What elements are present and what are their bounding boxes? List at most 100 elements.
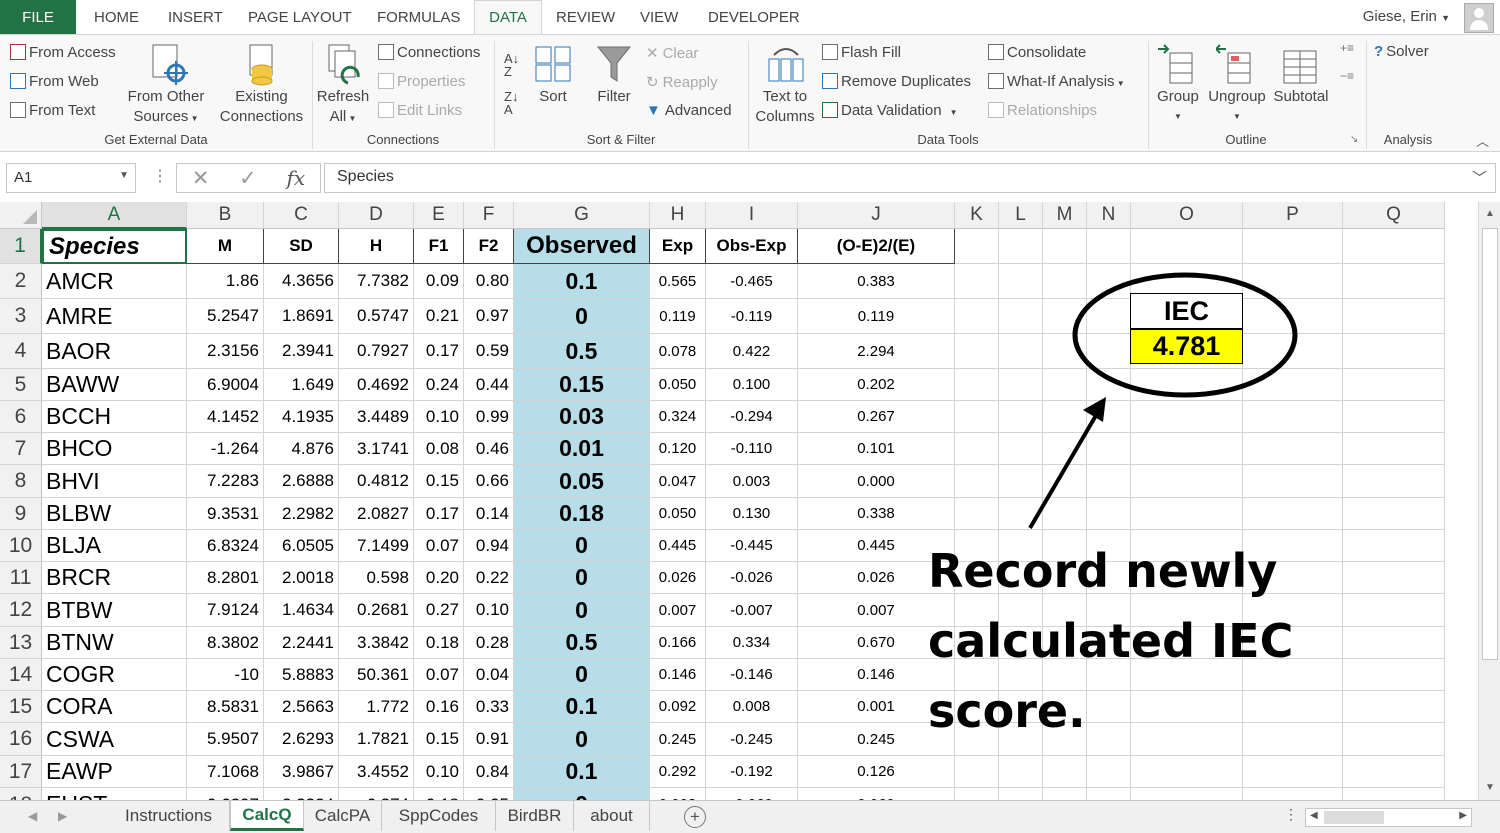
data-cell[interactable]: 0.4812	[339, 465, 414, 498]
observed-cell[interactable]: 0	[514, 299, 650, 334]
data-cell[interactable]: 3.3842	[339, 627, 414, 659]
next-sheet-icon[interactable]: ▶	[58, 809, 67, 823]
data-cell[interactable]: 6.0505	[264, 530, 339, 562]
data-cell[interactable]: -1.264	[187, 433, 264, 465]
data-cell[interactable]: 6.9004	[187, 369, 264, 401]
observed-cell[interactable]: 0	[514, 562, 650, 594]
observed-cell[interactable]: 0.03	[514, 401, 650, 433]
observed-cell[interactable]: 0	[514, 530, 650, 562]
tab-developer[interactable]: DEVELOPER	[700, 0, 808, 34]
data-cell[interactable]: 8.2801	[187, 562, 264, 594]
data-cell[interactable]: 0.5747	[339, 299, 414, 334]
data-cell[interactable]: 0.07	[414, 530, 464, 562]
cell[interactable]	[1243, 433, 1343, 465]
species-cell[interactable]: BCCH	[42, 401, 187, 433]
tab-review[interactable]: REVIEW	[548, 0, 623, 34]
data-cell[interactable]: -0.192	[706, 756, 798, 788]
observed-cell[interactable]: 0	[514, 788, 650, 800]
row-header[interactable]: 14	[0, 659, 42, 691]
data-cell[interactable]: 2.2982	[264, 498, 339, 530]
cell[interactable]	[1243, 465, 1343, 498]
cell[interactable]	[1131, 401, 1243, 433]
consolidate-button[interactable]: Consolidate	[988, 44, 1086, 61]
cell[interactable]	[1087, 334, 1131, 369]
data-cell[interactable]: 0.22	[464, 562, 514, 594]
data-cell[interactable]: 1.86	[187, 264, 264, 299]
data-cell[interactable]: 0.14	[464, 498, 514, 530]
subtotal-button[interactable]: Subtotal	[1268, 87, 1334, 107]
column-header[interactable]: Q	[1343, 202, 1445, 229]
cell[interactable]	[1043, 433, 1087, 465]
data-cell[interactable]: 1.8691	[264, 299, 339, 334]
cell[interactable]	[955, 229, 999, 264]
column-header[interactable]: P	[1243, 202, 1343, 229]
cell[interactable]	[1043, 401, 1087, 433]
cell[interactable]	[1243, 334, 1343, 369]
species-cell[interactable]: BHCO	[42, 433, 187, 465]
cell[interactable]	[955, 433, 999, 465]
data-cell[interactable]: 5.2547	[187, 299, 264, 334]
data-cell[interactable]: 0.28	[464, 627, 514, 659]
cell[interactable]	[999, 788, 1043, 800]
column-header[interactable]: N	[1087, 202, 1131, 229]
data-cell[interactable]: 0.146	[650, 659, 706, 691]
data-cell[interactable]: 0.166	[650, 627, 706, 659]
cell[interactable]	[1131, 465, 1243, 498]
data-cell[interactable]: 0.18	[414, 788, 464, 800]
data-cell[interactable]: 8.3802	[187, 627, 264, 659]
data-cell[interactable]: 0.66	[464, 465, 514, 498]
vertical-scrollbar[interactable]: ▲ ▼	[1478, 202, 1500, 800]
cell[interactable]	[1343, 299, 1445, 334]
cell[interactable]	[999, 264, 1043, 299]
species-cell[interactable]: BRCR	[42, 562, 187, 594]
scroll-right-icon[interactable]: ▶	[1459, 810, 1467, 821]
data-cell[interactable]: 0.2681	[339, 594, 414, 627]
ungroup-button[interactable]: Ungroup ▼	[1204, 87, 1270, 127]
column-header[interactable]: M	[1043, 202, 1087, 229]
from-access-button[interactable]: From Access	[10, 44, 116, 61]
cell[interactable]	[1243, 788, 1343, 800]
data-cell[interactable]: -0.465	[706, 264, 798, 299]
data-cell[interactable]: -0.026	[706, 562, 798, 594]
column-header[interactable]: K	[955, 202, 999, 229]
data-cell[interactable]: 0.08	[414, 433, 464, 465]
cell[interactable]	[1131, 229, 1243, 264]
data-cell[interactable]: 7.9124	[187, 594, 264, 627]
data-cell[interactable]: 4.1935	[264, 401, 339, 433]
cell[interactable]	[955, 369, 999, 401]
data-cell[interactable]: 7.1068	[187, 756, 264, 788]
header-cell[interactable]: F2	[464, 229, 514, 264]
species-cell[interactable]: BAWW	[42, 369, 187, 401]
data-cell[interactable]: 0.565	[650, 264, 706, 299]
cell[interactable]	[1087, 401, 1131, 433]
row-header[interactable]: 15	[0, 691, 42, 723]
cell[interactable]	[955, 498, 999, 530]
header-cell[interactable]: SD	[264, 229, 339, 264]
data-cell[interactable]: 0.100	[706, 369, 798, 401]
species-cell[interactable]: BLBW	[42, 498, 187, 530]
row-header[interactable]: 4	[0, 334, 42, 369]
data-cell[interactable]: 2.5663	[264, 691, 339, 723]
cell[interactable]	[1343, 334, 1445, 369]
hide-detail-button[interactable]: −≡	[1340, 69, 1354, 83]
data-cell[interactable]: 0.000	[798, 465, 955, 498]
data-cell[interactable]: 0.27	[414, 594, 464, 627]
species-cell[interactable]: BTNW	[42, 627, 187, 659]
hscroll-thumb[interactable]	[1324, 811, 1384, 824]
data-cell[interactable]: 0.092	[650, 691, 706, 723]
tab-file[interactable]: FILE	[0, 0, 76, 34]
iec-label-cell[interactable]: IEC	[1130, 293, 1243, 329]
cell[interactable]	[1343, 264, 1445, 299]
tab-data[interactable]: DATA	[474, 0, 542, 35]
cell[interactable]	[999, 465, 1043, 498]
cell[interactable]	[999, 369, 1043, 401]
data-cell[interactable]: 8.5831	[187, 691, 264, 723]
observed-cell[interactable]: 0	[514, 594, 650, 627]
check-icon[interactable]: ✓	[239, 166, 257, 191]
data-validation-button[interactable]: Data Validation ▼	[822, 102, 958, 119]
from-other-sources-button[interactable]: From Other Sources ▼	[122, 87, 210, 129]
column-header[interactable]: I	[706, 202, 798, 229]
data-cell[interactable]: 0.078	[650, 334, 706, 369]
row-header[interactable]: 11	[0, 562, 42, 594]
column-header[interactable]: J	[798, 202, 955, 229]
